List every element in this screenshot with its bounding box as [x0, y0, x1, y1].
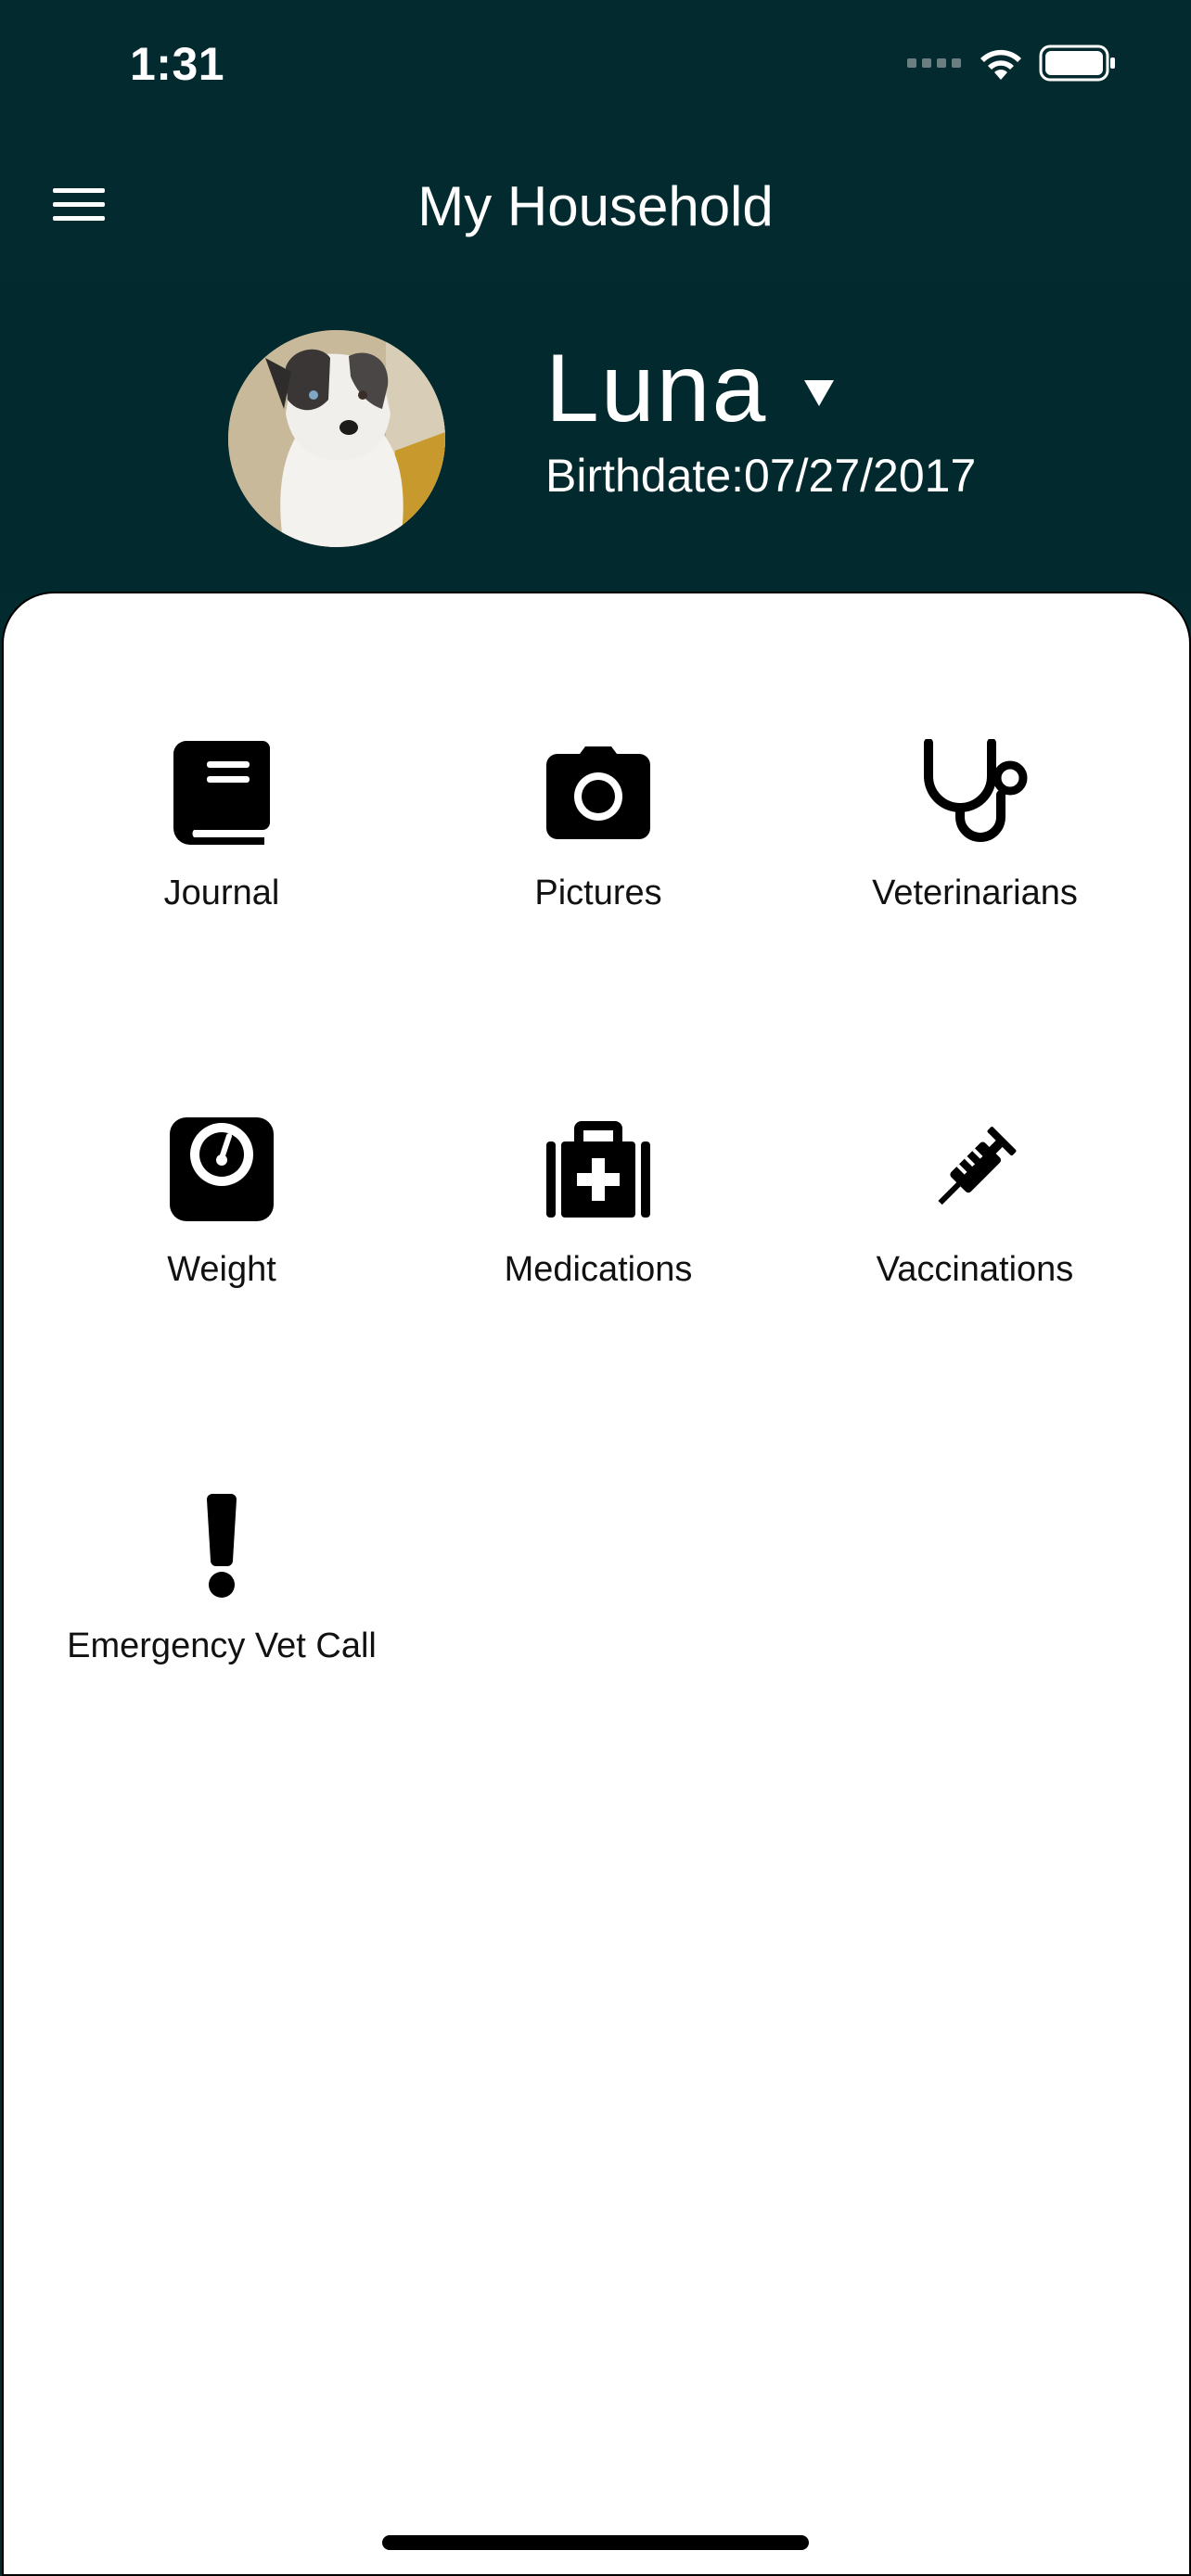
tile-label: Veterinarians — [872, 874, 1078, 912]
emergency-vet-call-tile[interactable]: Emergency Vet Call — [36, 1486, 407, 1717]
camera-icon — [538, 733, 659, 853]
home-indicator[interactable] — [382, 2535, 809, 2550]
medications-tile[interactable]: Medications — [413, 1109, 784, 1341]
pet-selector[interactable]: Luna — [545, 334, 835, 444]
tile-label: Medications — [504, 1250, 693, 1289]
battery-icon — [1039, 45, 1117, 86]
pet-profile-section: Luna Birthdate:07/27/2017 — [0, 284, 1191, 593]
pet-avatar[interactable] — [228, 330, 445, 547]
stethoscope-icon — [915, 733, 1035, 853]
book-icon — [161, 733, 282, 853]
tile-label: Weight — [167, 1250, 276, 1289]
medical-kit-icon — [538, 1109, 659, 1230]
pictures-tile[interactable]: Pictures — [413, 733, 784, 964]
app-header: My Household — [0, 139, 1191, 284]
veterinarians-tile[interactable]: Veterinarians — [789, 733, 1160, 964]
tile-label: Journal — [163, 874, 280, 912]
status-time: 1:31 — [130, 38, 225, 90]
syringe-icon — [915, 1109, 1035, 1230]
pet-name: Luna — [545, 335, 768, 442]
content-card: Journal Pictures Veterinarians Weight Me… — [2, 592, 1191, 2576]
triangle-down-icon — [804, 380, 835, 411]
cellular-signal-icon — [907, 57, 963, 74]
weight-tile[interactable]: Weight — [36, 1109, 407, 1341]
scale-icon — [161, 1109, 282, 1230]
status-bar: 1:31 — [0, 0, 1191, 139]
exclamation-icon — [161, 1486, 282, 1606]
tile-label: Emergency Vet Call — [67, 1626, 377, 1665]
wifi-icon — [978, 45, 1024, 86]
pet-birthdate: Birthdate:07/27/2017 — [545, 450, 977, 502]
vaccinations-tile[interactable]: Vaccinations — [789, 1109, 1160, 1341]
status-icons — [907, 45, 1117, 86]
tile-label: Pictures — [534, 874, 662, 912]
page-title: My Household — [417, 175, 774, 237]
tile-label: Vaccinations — [876, 1250, 1074, 1289]
journal-tile[interactable]: Journal — [36, 733, 407, 964]
